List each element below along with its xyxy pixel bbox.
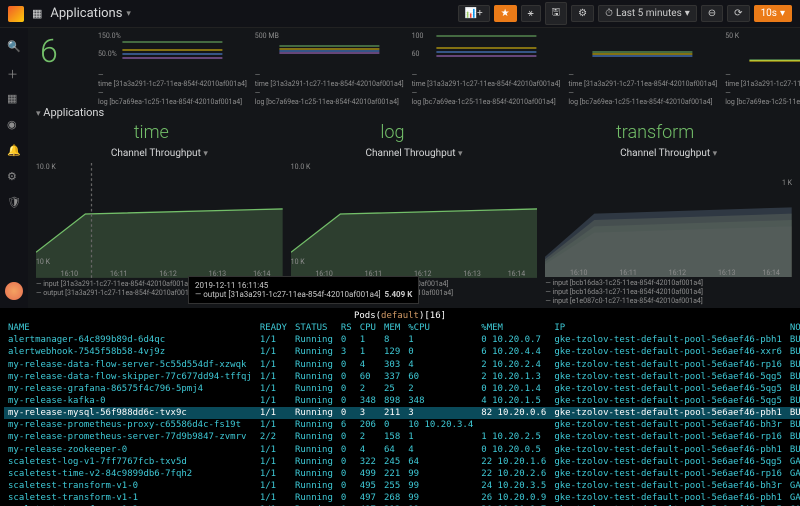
col-cpu: CPU: [356, 322, 380, 334]
grid-icon: ▦: [32, 7, 42, 20]
col-%mem: %MEM: [477, 322, 550, 334]
dashboard-body: 6 150.0% 50.0% — time [31a3a291-1c27-11e…: [28, 28, 800, 308]
table-row[interactable]: scaletest-transform-v1-11/1Running049726…: [4, 492, 800, 504]
shield-icon[interactable]: 🛡: [7, 196, 21, 210]
table-row[interactable]: my-release-data-flow-skipper-77c677dd94-…: [4, 371, 800, 383]
refresh-interval[interactable]: 10s ▾: [754, 5, 792, 22]
table-row[interactable]: scaletest-log-v1-7ff7767fcb-txv5d1/1Runn…: [4, 456, 800, 468]
sidebar: 🔍 ＋ ▦ ◉ 🔔 ⚙ 🛡: [0, 28, 28, 308]
table-row[interactable]: my-release-kafka-01/1Running03488983484 …: [4, 395, 800, 407]
label-time: time: [134, 122, 169, 143]
top-bar: ▦ Applications ▾ 📊+ ★ ⚹ 🖫 ⚙ ⏱ Last 5 min…: [0, 0, 800, 28]
table-row[interactable]: scaletest-time-v2-84c9899db6-7fqh21/1Run…: [4, 468, 800, 480]
col-node: NODE: [786, 322, 800, 334]
mini-chart-throughput[interactable]: 50 K — time [31a3a291-1c27-11ea-854f-420…: [725, 32, 800, 102]
col-name: NAME: [4, 322, 256, 334]
col-%cpu: %CPU: [404, 322, 477, 334]
table-row[interactable]: my-release-mysql-56f988dd6c-tvx9c1/1Runn…: [4, 407, 800, 419]
chevron-down-icon: ▾: [126, 9, 131, 19]
alerts-icon[interactable]: 🔔: [7, 144, 21, 158]
dashboard-title[interactable]: Applications ▾: [50, 6, 131, 21]
stat-panel-value: 6: [40, 32, 58, 70]
table-row[interactable]: my-release-prometheus-server-77d9b9847-z…: [4, 431, 800, 443]
terminal-title: Pods(default)[16]: [4, 310, 796, 322]
table-row[interactable]: my-release-zookeeper-01/1Running046440 1…: [4, 444, 800, 456]
settings-button[interactable]: ⚙: [571, 5, 594, 22]
table-row[interactable]: scaletest-transform-v1-01/1Running049525…: [4, 480, 800, 492]
config-icon[interactable]: ⚙: [7, 170, 21, 184]
table-row[interactable]: my-release-data-flow-server-5c55d554df-x…: [4, 359, 800, 371]
table-row[interactable]: my-release-prometheus-proxy-c65586d4c-fs…: [4, 419, 800, 431]
labels-row: time log transform: [28, 122, 800, 143]
table-row[interactable]: alertmanager-64c899b89d-6d4qc1/1Running0…: [4, 334, 800, 346]
chart-tooltip: 2019-12-11 16:11:45 — output [31a3a291-1…: [188, 276, 419, 304]
mini-chart-pcpu[interactable]: 100 60 — time [31a3a291-1c27-11ea-854f-4…: [412, 32, 561, 102]
plus-icon[interactable]: ＋: [7, 66, 21, 80]
mini-chart-mem[interactable]: 500 MB — time [31a3a291-1c27-11ea-854f-4…: [255, 32, 404, 102]
table-row[interactable]: alertwebhook-7545f58b58-4vj9z1/1Running3…: [4, 346, 800, 358]
zoom-out-button[interactable]: ⊖: [701, 5, 723, 22]
star-button[interactable]: ★: [494, 5, 517, 22]
col-status: STATUS: [291, 322, 337, 334]
timerange-picker[interactable]: ⏱ Last 5 minutes ▾: [598, 5, 697, 22]
share-button[interactable]: ⚹: [521, 5, 541, 22]
label-log: log: [380, 122, 404, 143]
mini-chart-cpu[interactable]: 150.0% 50.0% — time [31a3a291-1c27-11ea-…: [98, 32, 247, 102]
pods-table: NAMEREADYSTATUSRSCPUMEM%CPU%MEMIPNODEQOS…: [4, 322, 800, 506]
row-header[interactable]: ▾ Applications: [36, 106, 104, 119]
avatar[interactable]: [5, 282, 23, 300]
terminal[interactable]: Pods(default)[16] NAMEREADYSTATUSRSCPUME…: [0, 308, 800, 506]
explore-icon[interactable]: ◉: [7, 118, 21, 132]
panel-add-button[interactable]: 📊+: [458, 5, 490, 22]
col-mem: MEM: [380, 322, 404, 334]
col-rs: RS: [337, 322, 356, 334]
panel-throughput-transform[interactable]: Channel Throughput ▾ 1 K 16:10 16:11 16:…: [545, 148, 792, 298]
mini-charts-row: 150.0% 50.0% — time [31a3a291-1c27-11ea-…: [98, 32, 792, 102]
refresh-button[interactable]: ⟳: [727, 5, 749, 22]
dashboards-icon[interactable]: ▦: [7, 92, 21, 106]
table-header: NAMEREADYSTATUSRSCPUMEM%CPU%MEMIPNODEQOS…: [4, 322, 800, 334]
save-button[interactable]: 🖫: [545, 2, 568, 25]
grafana-logo-icon: [8, 6, 24, 22]
col-ready: READY: [256, 322, 291, 334]
mini-chart-pmem[interactable]: — time [31a3a291-1c27-11ea-854f-42010af0…: [568, 32, 717, 102]
table-row[interactable]: my-release-grafana-86575f4c796-5pmj41/1R…: [4, 383, 800, 395]
y-axis-right: 1 K: [782, 179, 792, 187]
search-icon[interactable]: 🔍: [7, 40, 21, 54]
label-transform: transform: [616, 122, 694, 143]
col-ip: IP: [550, 322, 786, 334]
